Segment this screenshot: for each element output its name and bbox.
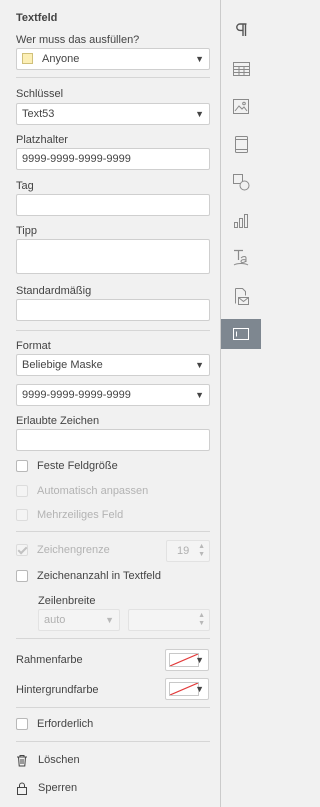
allowed-chars-input[interactable] [16, 429, 210, 451]
checkbox-box[interactable] [16, 544, 28, 556]
char-limit-value: 19 [177, 545, 190, 557]
who-select[interactable]: Anyone ▼ [16, 48, 210, 70]
chevron-down-icon[interactable]: ▼ [198, 551, 205, 559]
cell-width-spinner[interactable]: ▲ ▼ [128, 609, 210, 631]
border-color-button[interactable]: ▼ [165, 649, 209, 671]
trash-icon [17, 754, 27, 766]
separator [16, 707, 210, 708]
chevron-up-icon[interactable]: ▲ [198, 612, 205, 620]
chevron-down-icon: ▼ [195, 684, 204, 694]
chevron-up-icon[interactable]: ▲ [198, 543, 205, 551]
fill-color-label: Hintergrundfarbe [16, 684, 99, 696]
chevron-down-icon: ▼ [195, 655, 204, 665]
format-select[interactable]: Beliebige Maske ▼ [16, 354, 210, 376]
tip-textarea[interactable] [16, 239, 210, 274]
table-settings-button[interactable] [221, 54, 261, 84]
multiline-checkbox[interactable]: Mehrzeiliges Feld [16, 507, 123, 523]
text-art-icon [233, 249, 249, 266]
checkbox-box[interactable] [16, 570, 28, 582]
header-footer-settings-button[interactable] [221, 129, 261, 159]
image-icon [233, 98, 249, 114]
comb-label: Zeichenanzahl in Textfeld [37, 570, 161, 582]
checkbox-box[interactable] [16, 509, 28, 521]
delete-button[interactable]: Löschen [16, 751, 80, 769]
format-label: Format [16, 340, 51, 352]
table-icon [232, 62, 250, 76]
checkbox-box[interactable] [16, 485, 28, 497]
header-footer-icon [234, 135, 248, 153]
required-label: Erforderlich [37, 718, 94, 730]
image-settings-button[interactable] [221, 91, 261, 121]
chevron-down-icon: ▼ [195, 54, 204, 64]
shape-icon [232, 173, 249, 190]
lock-icon [17, 782, 27, 795]
key-label: Schlüssel [16, 88, 64, 100]
text-art-settings-button[interactable] [221, 243, 261, 273]
who-label: Wer muss das ausfüllen? [16, 34, 140, 46]
separator [16, 330, 210, 331]
form-settings-panel: Textfeld Wer muss das ausfüllen? Anyone … [0, 0, 221, 807]
chevron-down-icon: ▼ [195, 390, 204, 400]
default-input[interactable] [16, 299, 210, 321]
checkbox-box[interactable] [16, 460, 28, 472]
separator [16, 741, 210, 742]
panel-title: Textfeld [16, 12, 58, 24]
comb-checkbox[interactable]: Zeichenanzahl in Textfeld [16, 568, 161, 584]
cell-width-label: Zeilenbreite [38, 595, 96, 607]
mask-select[interactable]: 9999-9999-9999-9999 ▼ [16, 384, 210, 406]
placeholder-label: Platzhalter [16, 134, 68, 146]
paragraph-icon [236, 23, 247, 36]
chart-settings-button[interactable] [221, 205, 261, 235]
who-value: Anyone [42, 53, 80, 65]
multiline-label: Mehrzeiliges Feld [37, 509, 124, 521]
format-value: Beliebige Maske [22, 359, 103, 371]
shape-settings-button[interactable] [221, 167, 261, 197]
char-limit-label: Zeichengrenze [37, 544, 110, 556]
tag-label: Tag [16, 180, 34, 192]
char-limit-spinner[interactable]: 19 ▲ ▼ [166, 540, 210, 562]
chevron-down-icon: ▼ [195, 109, 204, 119]
form-icon [233, 328, 249, 340]
fill-color-button[interactable]: ▼ [165, 678, 209, 700]
tag-input[interactable] [16, 194, 210, 216]
chevron-down-icon: ▼ [195, 360, 204, 370]
key-select[interactable]: Text53 ▼ [16, 103, 210, 125]
auto-fit-checkbox[interactable]: Automatisch anpassen [16, 483, 148, 499]
paragraph-settings-button[interactable] [221, 15, 261, 45]
role-color-swatch [22, 52, 33, 64]
cell-width-mode-value: auto [44, 614, 66, 626]
required-checkbox[interactable]: Erforderlich [16, 716, 93, 732]
border-color-label: Rahmenfarbe [16, 654, 83, 666]
mask-value: 9999-9999-9999-9999 [22, 389, 131, 401]
tip-label: Tipp [16, 225, 37, 237]
form-settings-button[interactable] [221, 319, 261, 349]
fixed-size-checkbox[interactable]: Feste Feldgröße [16, 458, 118, 474]
mail-merge-icon [235, 287, 249, 305]
fixed-size-label: Feste Feldgröße [37, 460, 118, 472]
auto-fit-label: Automatisch anpassen [37, 485, 149, 497]
separator [16, 638, 210, 639]
lock-button[interactable]: Sperren [16, 779, 77, 797]
default-label: Standardmäßig [16, 285, 92, 297]
separator [16, 531, 210, 532]
chart-icon [234, 213, 248, 228]
chevron-down-icon: ▼ [105, 615, 114, 625]
chevron-down-icon[interactable]: ▼ [198, 620, 205, 628]
mail-merge-settings-button[interactable] [221, 281, 261, 311]
key-value: Text53 [22, 108, 55, 120]
cell-width-mode-select[interactable]: auto ▼ [38, 609, 120, 631]
char-limit-checkbox[interactable]: Zeichengrenze [16, 542, 110, 558]
lock-label: Sperren [38, 782, 78, 794]
allowed-chars-label: Erlaubte Zeichen [16, 415, 100, 427]
checkbox-box[interactable] [16, 718, 28, 730]
delete-label: Löschen [38, 754, 80, 766]
right-toolbar [221, 0, 261, 807]
placeholder-input[interactable]: 9999-9999-9999-9999 [16, 148, 210, 170]
separator [16, 77, 210, 78]
